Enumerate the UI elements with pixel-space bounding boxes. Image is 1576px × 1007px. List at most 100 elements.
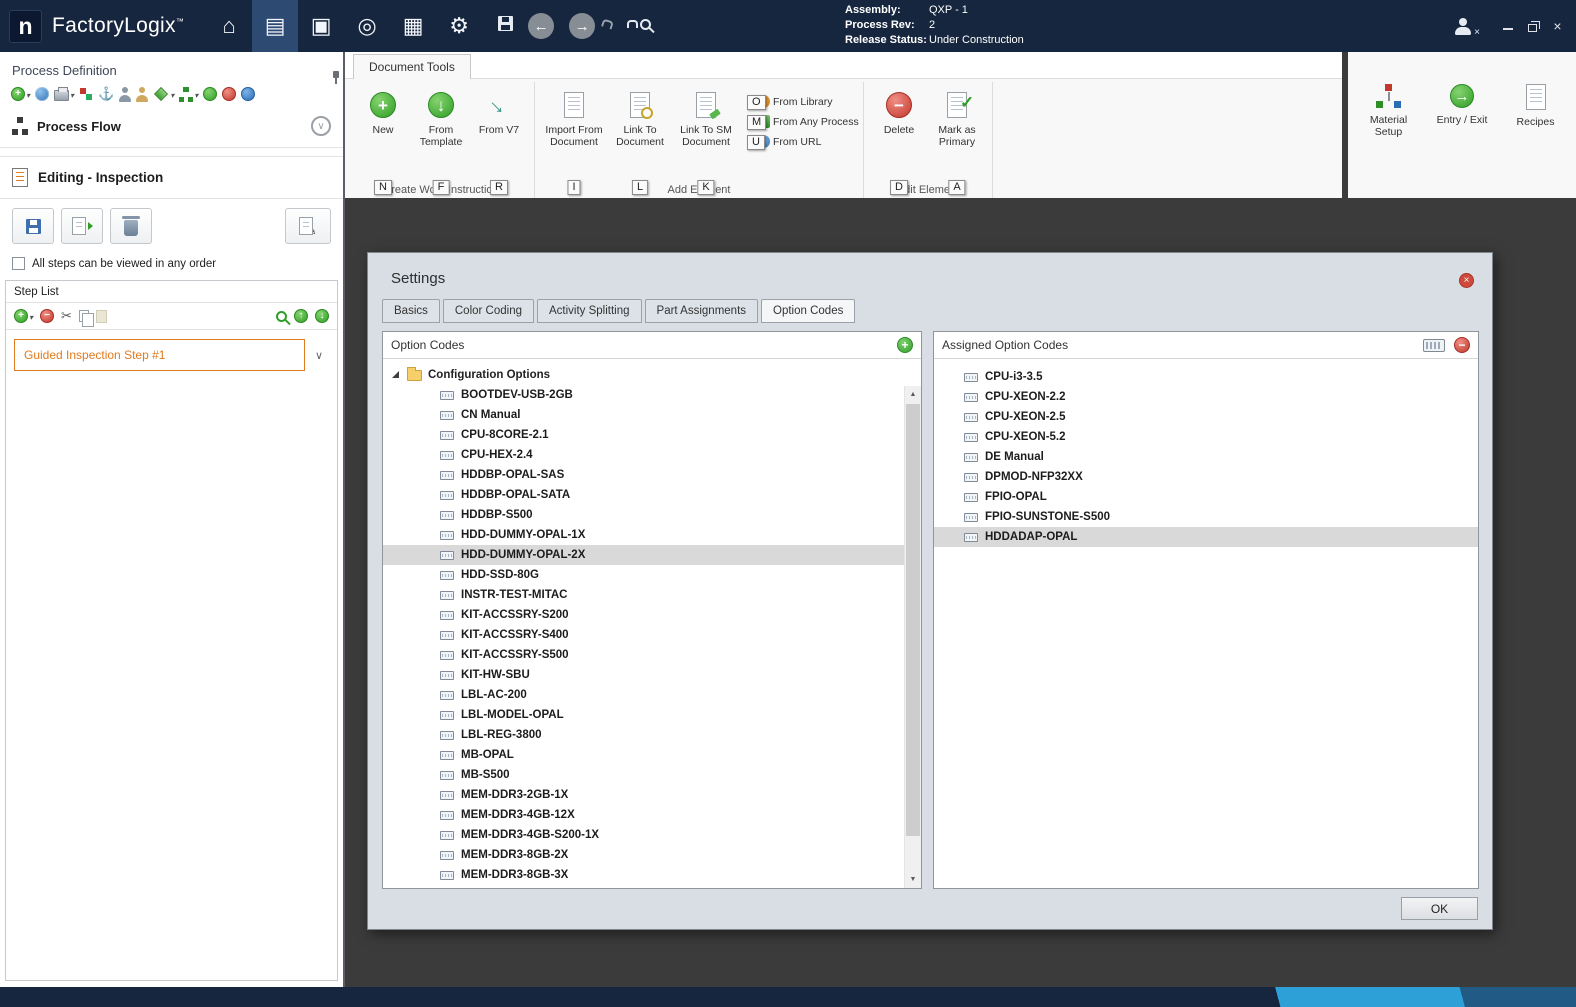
tab-document-tools[interactable]: Document Tools <box>353 54 471 79</box>
expander-icon[interactable] <box>392 371 399 378</box>
from-any-process-button[interactable]: M From Any Process <box>747 115 855 129</box>
new-button[interactable]: + New N <box>356 85 410 181</box>
close-button[interactable]: × <box>1545 0 1570 52</box>
home-button[interactable]: ⌂ <box>206 0 252 52</box>
step-list-item[interactable]: Guided Inspection Step #1 <box>6 339 337 371</box>
from-template-button[interactable]: ↓ From Template F <box>414 85 468 181</box>
from-url-button[interactable]: U From URL <box>747 135 855 149</box>
tree-root-configuration-options[interactable]: Configuration Options <box>383 365 921 385</box>
anchor-button[interactable]: ⚓ <box>98 85 114 103</box>
option-code-item[interactable]: KIT-HW-SBU <box>383 665 921 685</box>
mark-as-primary-button[interactable]: ✓ Mark as Primary A <box>930 85 984 181</box>
option-code-item[interactable]: LBL-AC-200 <box>383 685 921 705</box>
find-step-button[interactable] <box>276 307 287 325</box>
option-code-item[interactable]: CPU-HEX-2.4 <box>383 445 921 465</box>
move-step-down-button[interactable]: ↓ <box>315 307 329 325</box>
operator-button[interactable] <box>136 85 148 103</box>
option-code-item[interactable]: DE Manual <box>934 447 1478 467</box>
save-step-button[interactable] <box>12 208 54 244</box>
material-setup-button[interactable]: Material Setup <box>1356 84 1422 138</box>
option-code-item[interactable]: CPU-i3-3.5 <box>934 367 1478 387</box>
from-v7-button[interactable]: → From V7 R <box>472 85 526 181</box>
option-code-item[interactable]: CPU-XEON-2.2 <box>934 387 1478 407</box>
dialog-close-button[interactable]: × <box>1459 273 1474 288</box>
option-code-item[interactable]: BOOTDEV-USB-2GB <box>383 385 921 405</box>
start-button[interactable] <box>203 85 217 103</box>
flow-tree-button[interactable] <box>179 85 198 103</box>
option-code-item[interactable]: CPU-XEON-5.2 <box>934 427 1478 447</box>
ok-button[interactable]: OK <box>1401 897 1478 920</box>
option-code-item[interactable]: HDD-SSD-80G <box>383 565 921 585</box>
option-code-item[interactable]: HDDADAP-OPAL <box>934 527 1478 547</box>
option-code-item[interactable]: MEM-DDR3-4GB-12X <box>383 805 921 825</box>
link-to-sm-document-button[interactable]: Link To SM Document K <box>675 85 737 181</box>
collapse-button[interactable]: ∨ <box>311 116 331 136</box>
minimize-button[interactable] <box>1495 0 1520 52</box>
option-code-item[interactable]: MEM-DDR3-4GB-S200-1X <box>383 825 921 845</box>
import-from-document-button[interactable]: Import From Document I <box>543 85 605 181</box>
option-code-item[interactable]: MB-OPAL <box>383 745 921 765</box>
option-code-item[interactable]: CN Manual <box>383 405 921 425</box>
trace-search-button[interactable] <box>640 17 651 35</box>
templates-button[interactable]: ▣ <box>298 0 344 52</box>
move-step-up-button[interactable]: ↑ <box>294 307 308 325</box>
option-code-item[interactable]: MB-S500 <box>383 765 921 785</box>
add-option-code-button[interactable]: + <box>897 337 913 353</box>
step-label[interactable]: Guided Inspection Step #1 <box>14 339 305 371</box>
option-code-item[interactable]: CPU-XEON-2.5 <box>934 407 1478 427</box>
from-library-button[interactable]: O From Library <box>747 95 855 109</box>
scheduler-button[interactable]: ▦ <box>390 0 436 52</box>
settings-tab[interactable]: Color Coding <box>443 299 534 323</box>
print-button[interactable] <box>54 85 74 103</box>
back-button[interactable]: ← <box>528 13 554 39</box>
operator-admin-button[interactable] <box>119 85 131 103</box>
sync-button[interactable] <box>79 85 93 103</box>
add-step-button[interactable]: + <box>14 307 33 325</box>
web-button[interactable] <box>35 85 49 103</box>
option-code-item[interactable]: HDD-DUMMY-OPAL-2X <box>383 545 921 565</box>
scroll-thumb[interactable] <box>906 404 920 836</box>
scrollbar[interactable] <box>904 386 921 888</box>
chevron-down-icon[interactable] <box>305 349 333 362</box>
milestone-button[interactable] <box>153 85 174 103</box>
option-code-item[interactable]: CPU-8CORE-2.1 <box>383 425 921 445</box>
scroll-down-button[interactable] <box>905 871 921 888</box>
forward-button[interactable]: → <box>569 13 595 39</box>
copy-step-button[interactable] <box>79 307 89 325</box>
option-code-item[interactable]: KIT-ACCSSRY-S400 <box>383 625 921 645</box>
remove-step-button[interactable]: − <box>40 307 54 325</box>
settings-tab[interactable]: Option Codes <box>761 299 855 323</box>
option-code-item[interactable]: LBL-REG-3800 <box>383 725 921 745</box>
delete-element-button[interactable]: − Delete D <box>872 85 926 181</box>
option-code-item[interactable]: KIT-ACCSSRY-S500 <box>383 645 921 665</box>
option-code-item[interactable]: HDDBP-OPAL-SATA <box>383 485 921 505</box>
option-code-item[interactable]: HDDBP-OPAL-SAS <box>383 465 921 485</box>
settings-button[interactable]: ⚙ <box>436 0 482 52</box>
option-code-item[interactable]: MEM-DDR3-8GB-2X <box>383 845 921 865</box>
any-order-checkbox[interactable] <box>12 257 25 270</box>
option-code-item[interactable]: INSTR-TEST-MITAC <box>383 585 921 605</box>
add-button[interactable]: + <box>11 85 30 103</box>
settings-tab[interactable]: Activity Splitting <box>537 299 642 323</box>
restore-button[interactable] <box>1520 0 1545 52</box>
link-to-document-button[interactable]: Link To Document L <box>609 85 671 181</box>
scroll-up-button[interactable] <box>905 386 921 403</box>
work-instructions-button[interactable]: ▤ <box>252 0 298 52</box>
option-code-item[interactable]: MEM-DDR3-8GB-3X <box>383 865 921 885</box>
entry-exit-button[interactable]: → Entry / Exit <box>1429 84 1495 126</box>
option-code-item[interactable]: HDD-DUMMY-OPAL-1X <box>383 525 921 545</box>
info-button[interactable] <box>241 85 255 103</box>
delete-step-button[interactable] <box>110 208 152 244</box>
recipes-button[interactable]: Recipes <box>1503 84 1569 128</box>
export-step-button[interactable] <box>61 208 103 244</box>
settings-tab[interactable]: Part Assignments <box>645 299 758 323</box>
user-logout-button[interactable]: × <box>1453 18 1473 35</box>
option-code-item[interactable]: LBL-MODEL-OPAL <box>383 705 921 725</box>
option-code-item[interactable]: HDDBP-S500 <box>383 505 921 525</box>
option-code-item[interactable]: FPIO-SUNSTONE-S500 <box>934 507 1478 527</box>
testing-button[interactable]: ◎ <box>344 0 390 52</box>
keyboard-icon[interactable] <box>1423 339 1445 352</box>
option-code-item[interactable]: FPIO-OPAL <box>934 487 1478 507</box>
cut-step-button[interactable]: ✂ <box>61 307 72 325</box>
option-code-item[interactable]: DPMOD-NFP32XX <box>934 467 1478 487</box>
